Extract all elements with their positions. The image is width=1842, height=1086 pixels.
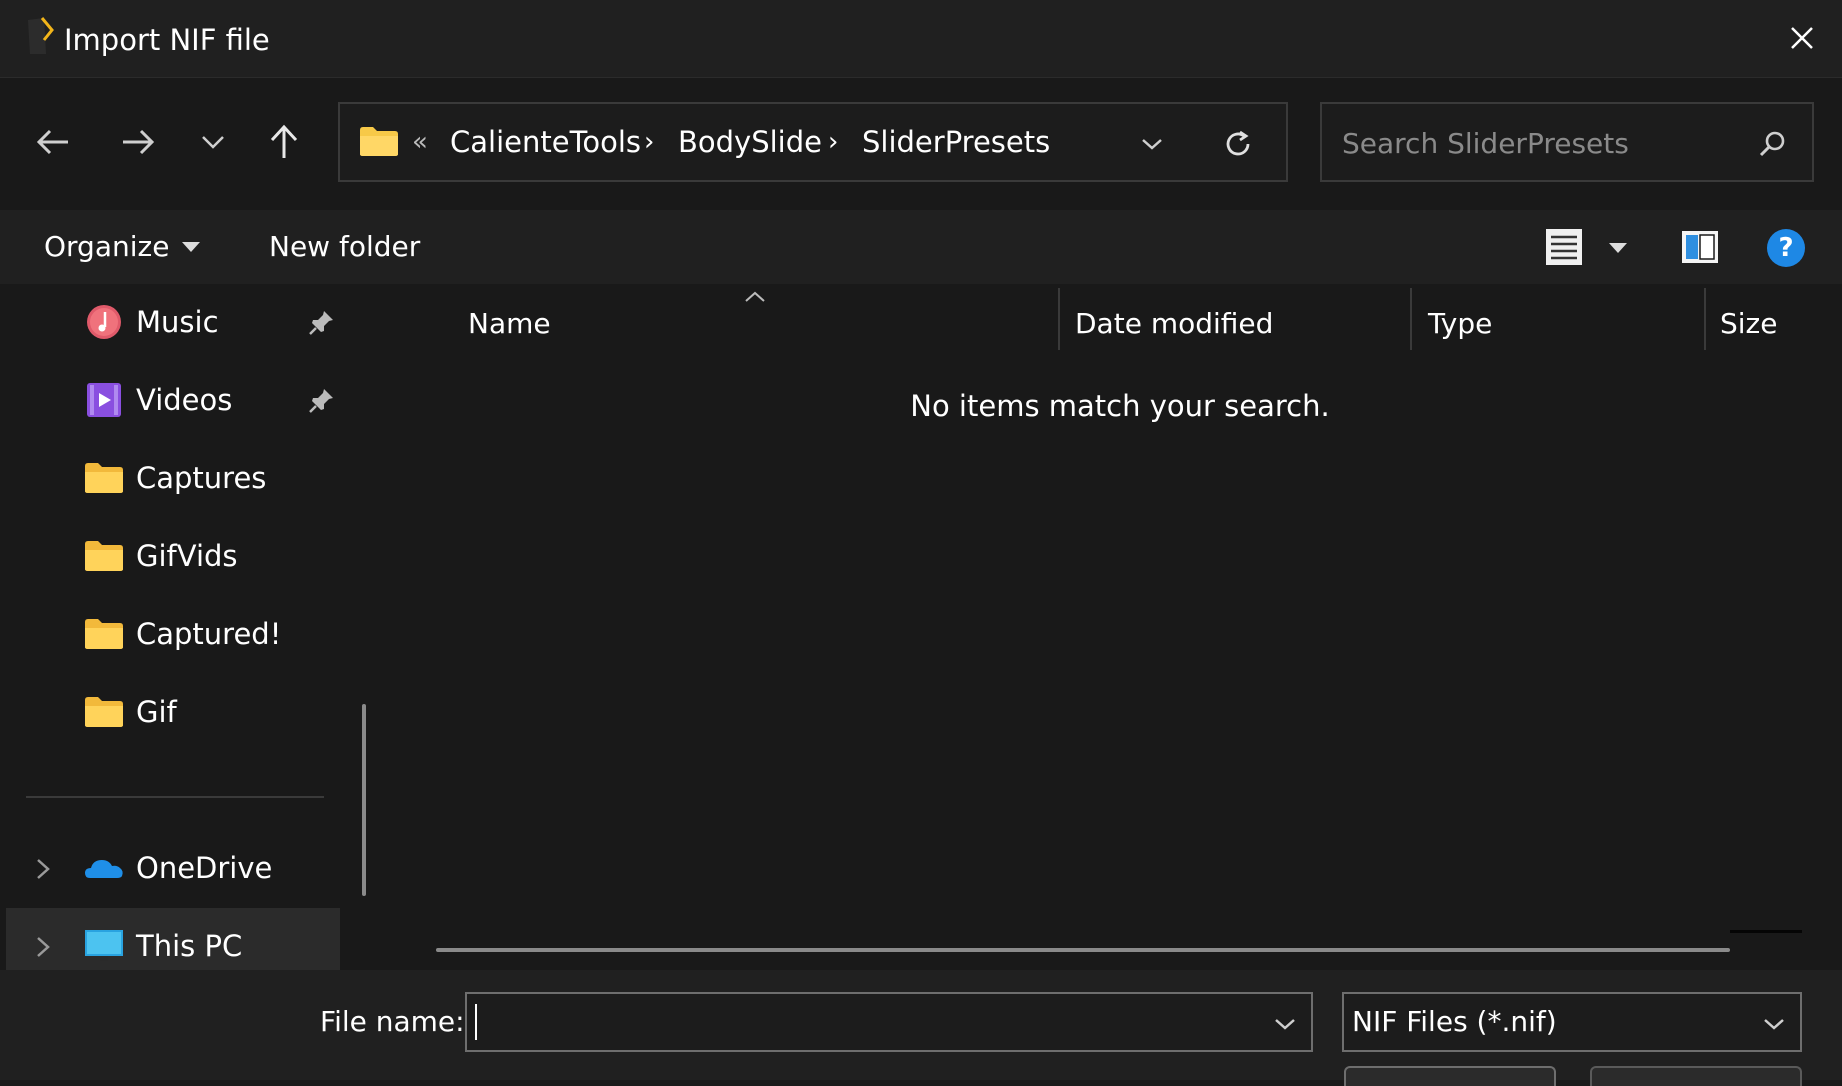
- cancel-button[interactable]: [1590, 1066, 1802, 1086]
- sidebar-item-videos[interactable]: Videos: [0, 362, 340, 438]
- file-type-value: NIF Files (*.nif): [1352, 1005, 1557, 1038]
- back-button[interactable]: [25, 114, 81, 170]
- preview-pane-icon: [1682, 231, 1718, 263]
- pin-icon[interactable]: [306, 308, 336, 338]
- chevron-down-icon: [1275, 1019, 1295, 1030]
- sidebar-scrollbar[interactable]: [362, 704, 366, 896]
- column-header-type[interactable]: Type: [1428, 304, 1492, 344]
- pin-icon[interactable]: [306, 386, 336, 416]
- breadcrumb-separator[interactable]: ›: [644, 122, 654, 162]
- recent-locations-button[interactable]: [185, 114, 241, 170]
- app-icon: [24, 16, 58, 56]
- column-divider[interactable]: [1058, 288, 1060, 350]
- title-bar: [0, 0, 1842, 78]
- column-header-name[interactable]: Name: [468, 304, 551, 344]
- chevron-down-icon: [1142, 139, 1162, 150]
- up-button[interactable]: [256, 114, 312, 170]
- file-type-select[interactable]: NIF Files (*.nif): [1342, 992, 1802, 1052]
- close-icon: [1791, 27, 1813, 49]
- chevron-down-icon: [202, 136, 224, 149]
- breadcrumb-sliderpresets[interactable]: SliderPresets: [862, 122, 1050, 162]
- file-name-dropdown[interactable]: [1267, 1006, 1303, 1042]
- sort-ascending-icon: [745, 291, 765, 302]
- preview-pane-button[interactable]: [1678, 224, 1722, 270]
- column-divider[interactable]: [1704, 288, 1706, 350]
- sidebar-item-label: This PC: [136, 929, 243, 963]
- file-name-label: File name:: [320, 1005, 465, 1038]
- sidebar-item-label: Videos: [136, 383, 233, 417]
- refresh-icon: [1226, 130, 1250, 156]
- close-button[interactable]: [1780, 16, 1824, 60]
- breadcrumb-separator[interactable]: ›: [828, 122, 838, 162]
- column-divider[interactable]: [1410, 288, 1412, 350]
- search-button[interactable]: [1750, 122, 1794, 166]
- sidebar-item-label: Music: [136, 305, 219, 339]
- folder-icon: [85, 541, 123, 571]
- sidebar-item-label: Captures: [136, 461, 267, 495]
- file-name-input[interactable]: [477, 1002, 1241, 1044]
- chevron-right-icon[interactable]: [30, 932, 56, 962]
- navigation-pane: Music Videos Captures GifVids Captured! …: [0, 284, 366, 984]
- overflow-chevron-icon[interactable]: «: [412, 122, 428, 162]
- organize-label: Organize: [44, 230, 170, 263]
- horizontal-scrollbar[interactable]: [436, 948, 1730, 952]
- new-folder-button[interactable]: New folder: [269, 227, 420, 267]
- forward-button[interactable]: [110, 114, 166, 170]
- breadcrumb-calientetools[interactable]: CalienteTools: [450, 122, 641, 162]
- refresh-button[interactable]: [1216, 122, 1260, 166]
- address-bar[interactable]: « CalienteTools › BodySlide › SliderPres…: [338, 102, 1288, 182]
- breadcrumb-bodyslide[interactable]: BodySlide: [678, 122, 822, 162]
- file-name-combobox[interactable]: [465, 992, 1313, 1052]
- help-glyph: ?: [1778, 233, 1794, 263]
- folder-icon: [85, 463, 123, 493]
- sidebar-item-label: GifVids: [136, 539, 238, 573]
- sidebar-item-label: Captured!: [136, 617, 282, 651]
- organize-button[interactable]: Organize: [44, 227, 201, 267]
- folder-icon: [360, 127, 398, 156]
- chevron-down-icon: [1764, 1019, 1784, 1030]
- sidebar-item-captured[interactable]: Captured!: [0, 596, 340, 672]
- view-options-dropdown[interactable]: [1604, 234, 1632, 262]
- sidebar-divider: [26, 796, 324, 798]
- sidebar-item-label: OneDrive: [136, 851, 273, 885]
- sidebar-item-captures[interactable]: Captures: [0, 440, 340, 516]
- column-header-date-modified[interactable]: Date modified: [1075, 304, 1273, 344]
- file-type-dropdown[interactable]: [1756, 1006, 1792, 1042]
- empty-state-message: No items match your search.: [910, 389, 1330, 423]
- view-details-button[interactable]: [1542, 224, 1586, 270]
- sidebar-item-gif[interactable]: Gif: [0, 674, 340, 750]
- sidebar-item-gifvids[interactable]: GifVids: [0, 518, 340, 594]
- sidebar-item-music[interactable]: Music: [0, 284, 340, 360]
- arrow-left-icon: [36, 129, 68, 155]
- open-button[interactable]: [1344, 1066, 1556, 1086]
- search-box[interactable]: [1320, 102, 1814, 182]
- details-view-icon: [1546, 229, 1582, 265]
- chevron-right-icon[interactable]: [30, 854, 56, 884]
- column-header-size[interactable]: Size: [1720, 304, 1777, 344]
- folder-icon: [85, 697, 123, 727]
- sidebar-item-onedrive[interactable]: OneDrive: [0, 830, 340, 906]
- scrollbar-corner: [1730, 930, 1802, 933]
- address-history-dropdown[interactable]: [1130, 122, 1174, 166]
- help-button[interactable]: ?: [1764, 226, 1808, 270]
- videos-icon: [87, 383, 121, 417]
- this-pc-icon: [85, 930, 123, 961]
- arrow-up-icon: [270, 124, 298, 158]
- window-title: Import NIF file: [64, 23, 270, 57]
- file-list: Name Date modified Type Size No items ma…: [390, 284, 1842, 970]
- arrow-right-icon: [123, 129, 155, 155]
- search-icon: [1759, 131, 1785, 157]
- music-icon: [87, 305, 121, 339]
- caret-down-icon: [182, 242, 201, 252]
- caret-down-icon: [1609, 243, 1627, 253]
- onedrive-icon: [85, 860, 123, 878]
- folder-icon: [85, 619, 123, 649]
- sidebar-item-label: Gif: [136, 695, 177, 729]
- search-input[interactable]: [1340, 120, 1744, 166]
